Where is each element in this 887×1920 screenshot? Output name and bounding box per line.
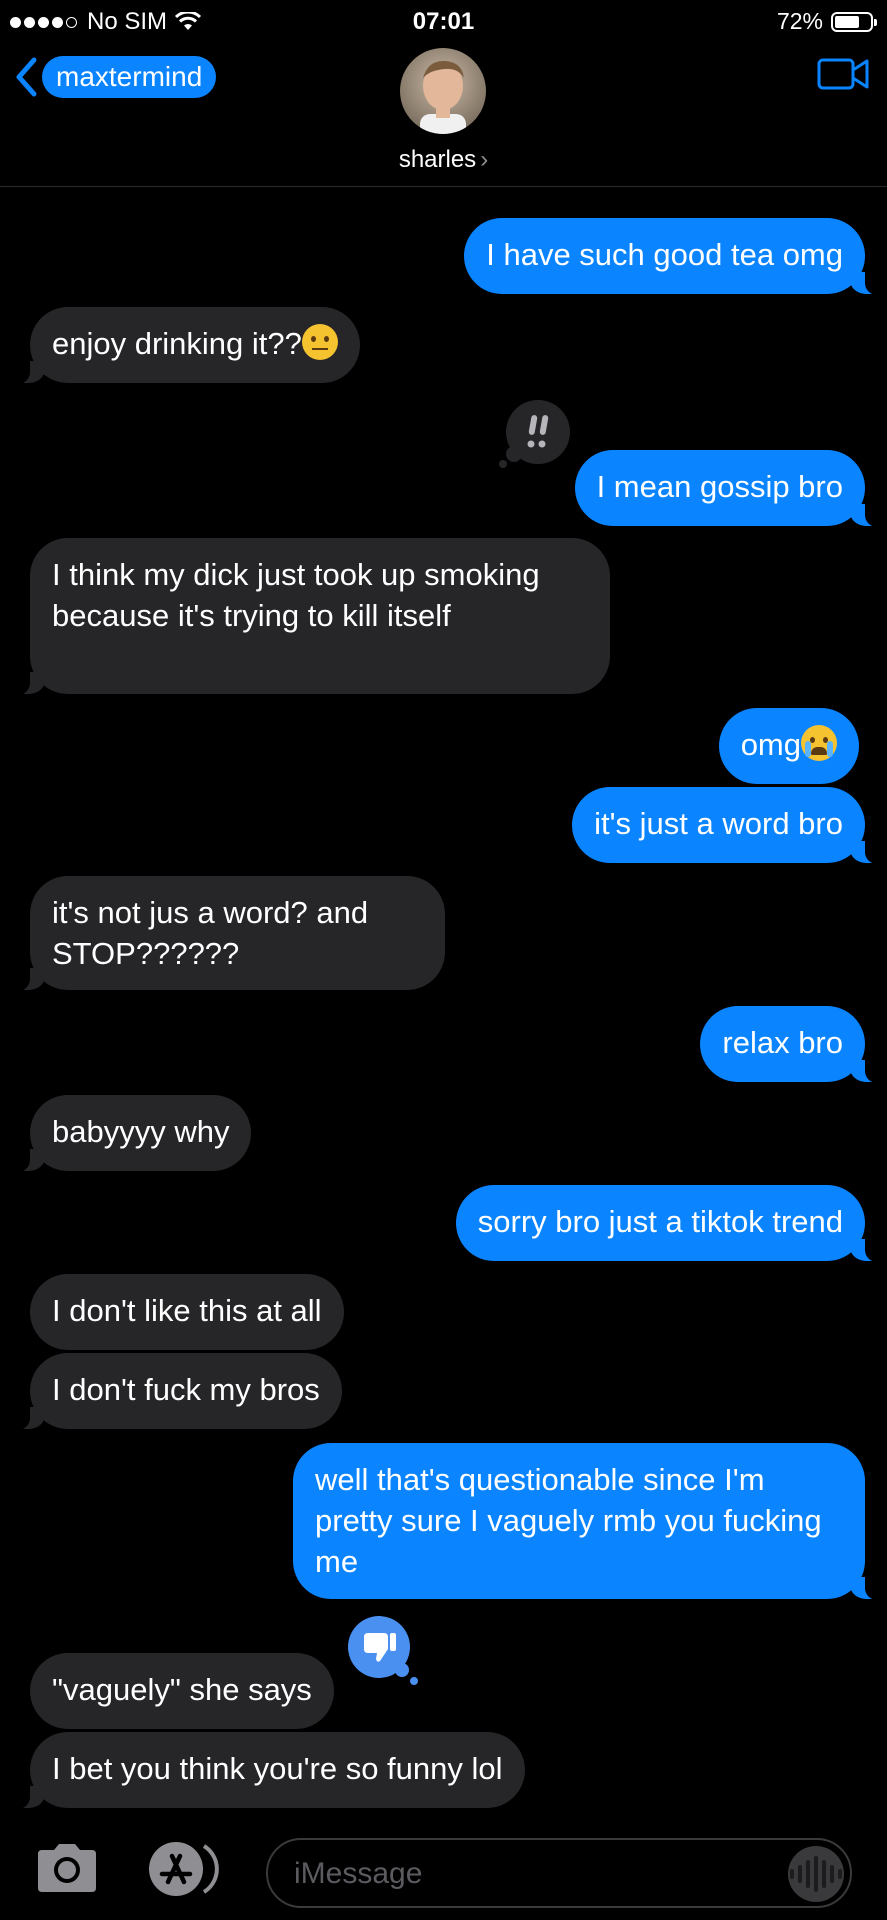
tapback-exclamation[interactable] xyxy=(498,398,570,470)
message-incoming[interactable]: I don't like this at all xyxy=(30,1274,344,1350)
audio-waveform-icon[interactable] xyxy=(788,1846,844,1902)
chevron-right-icon: › xyxy=(480,146,489,173)
message-incoming[interactable]: I think my dick just took up smoking bec… xyxy=(10,538,610,695)
message-incoming[interactable]: enjoy drinking it?? xyxy=(10,307,360,384)
loudly-crying-face-icon xyxy=(801,725,837,761)
message-outgoing[interactable]: it's just a word bro xyxy=(572,787,885,864)
message-outgoing[interactable]: sorry bro just a tiktok trend xyxy=(455,1185,886,1262)
message-incoming[interactable]: babyyyy why xyxy=(9,1095,252,1172)
video-camera-icon[interactable] xyxy=(817,56,869,92)
thumbs-down-icon xyxy=(348,1616,418,1685)
tapback-thumbs-down[interactable] xyxy=(346,1615,422,1687)
message-outgoing[interactable]: I have such good tea omg xyxy=(464,218,885,295)
battery-icon xyxy=(831,11,877,32)
status-bar: No SIM 07:01 72% xyxy=(0,0,887,46)
chevron-left-icon xyxy=(16,57,37,97)
exclamation-icon xyxy=(499,400,570,468)
battery-percent: 72% xyxy=(776,8,823,34)
message-outgoing[interactable]: I mean gossip bro xyxy=(574,450,886,527)
message-incoming[interactable]: it's not jus a word? and STOP?????? xyxy=(10,876,445,991)
message-outgoing[interactable]: omg xyxy=(718,708,859,784)
message-outgoing[interactable]: relax bro xyxy=(700,1006,885,1083)
back-label: maxtermind xyxy=(42,56,217,98)
message-incoming[interactable]: I don't fuck my bros xyxy=(10,1353,342,1430)
app-store-icon[interactable] xyxy=(146,1840,224,1898)
contact-avatar[interactable] xyxy=(400,48,486,134)
contact-name-row[interactable]: sharles › xyxy=(0,146,887,174)
conversation-header: maxtermind sharles › xyxy=(0,46,887,187)
message-input[interactable]: iMessage xyxy=(266,1838,852,1908)
message-input-placeholder: iMessage xyxy=(294,1857,423,1890)
message-incoming[interactable]: I bet you think you're so funny lol xyxy=(10,1732,525,1809)
back-button[interactable]: maxtermind xyxy=(14,56,217,98)
message-incoming[interactable]: "vaguely" she says xyxy=(30,1653,334,1729)
camera-icon[interactable] xyxy=(34,1842,100,1894)
clock: 07:01 xyxy=(412,8,475,35)
raised-eyebrow-face-icon xyxy=(301,324,338,360)
contact-name: sharles xyxy=(398,146,477,173)
message-outgoing[interactable]: well that's questionable since I'm prett… xyxy=(293,1443,885,1600)
compose-bar: iMessage xyxy=(0,1820,887,1920)
